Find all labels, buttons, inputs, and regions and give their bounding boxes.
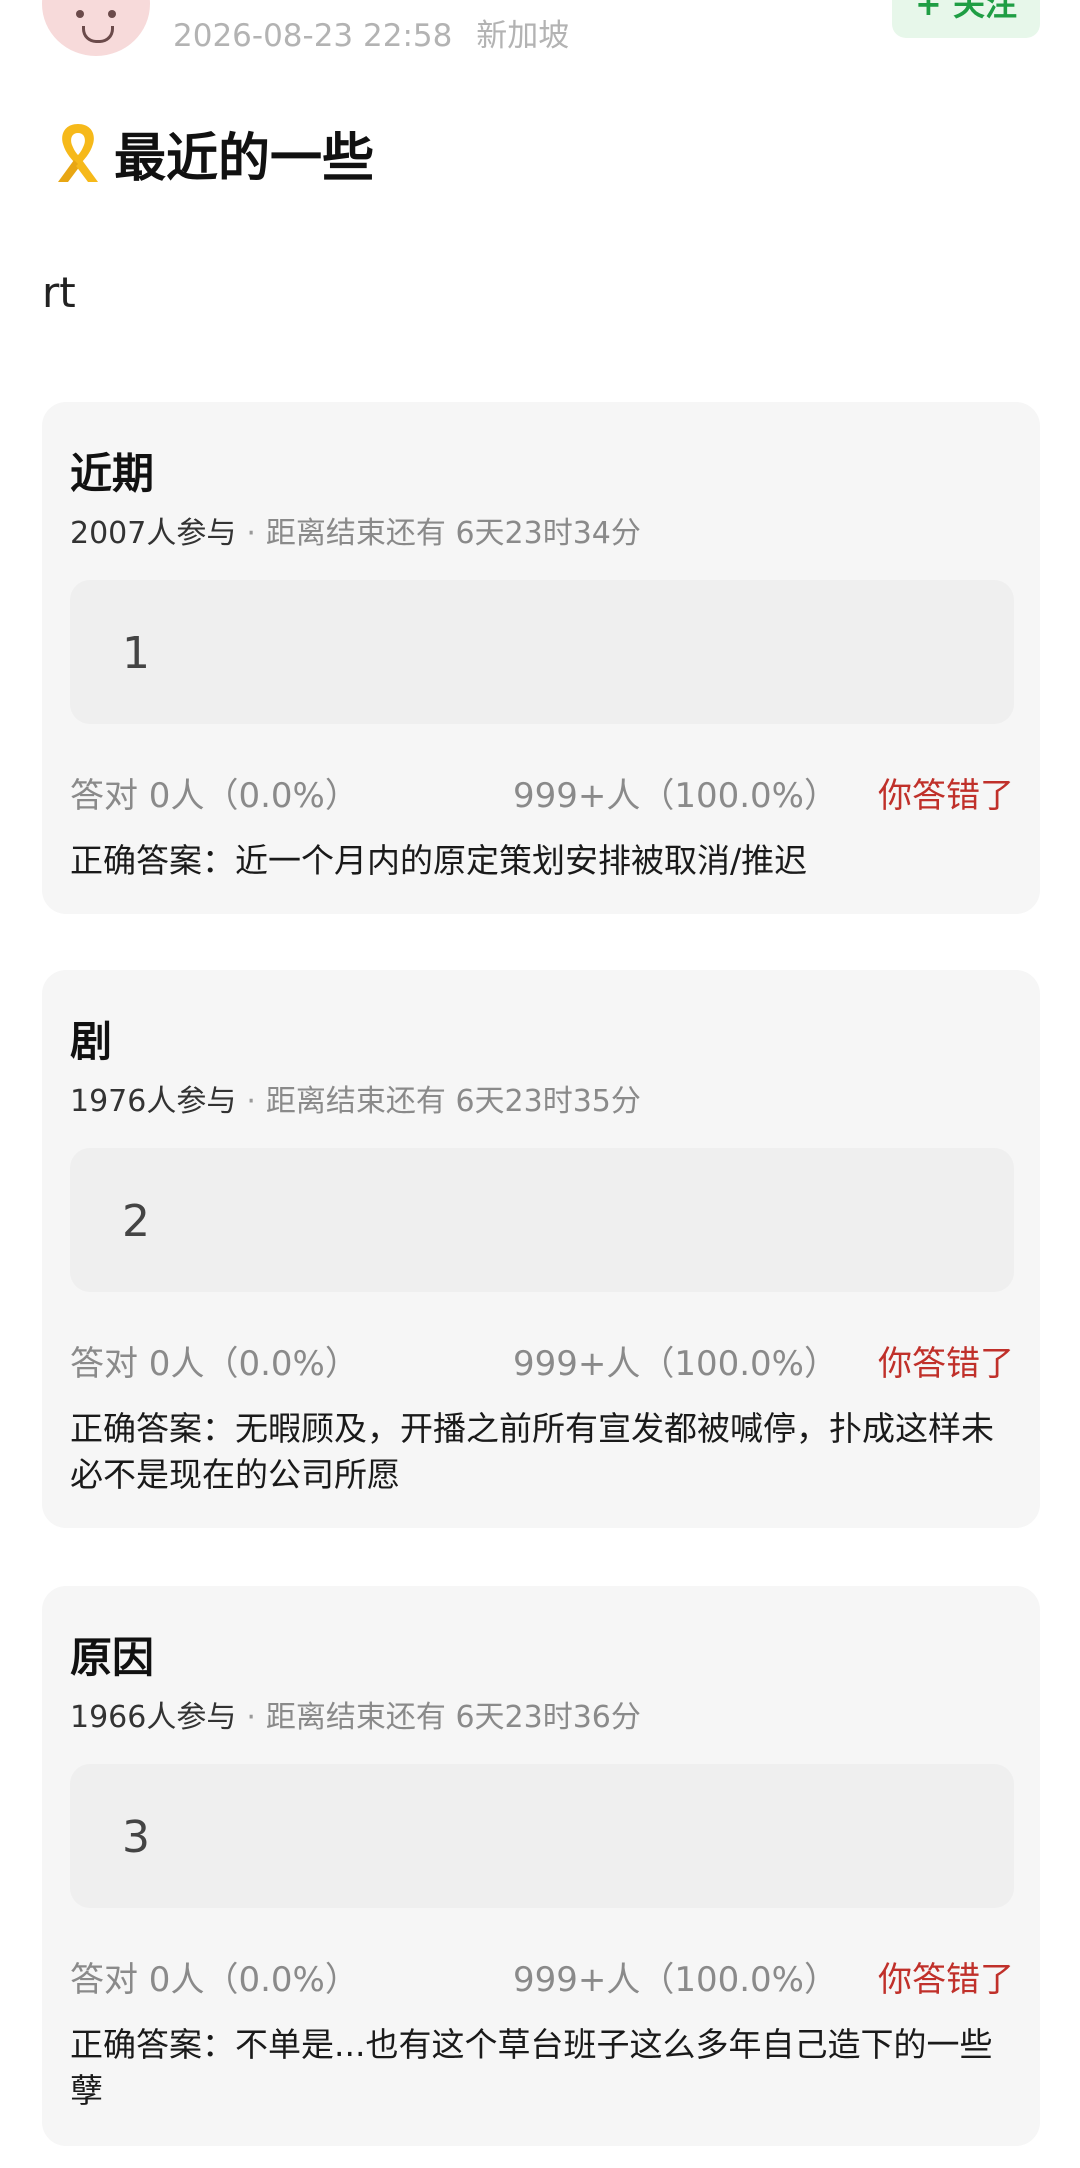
correct-answer: 正确答案：近一个月内的原定策划安排被取消/推迟: [70, 841, 808, 880]
quiz-participants: 2007人参与: [70, 516, 237, 551]
quiz-result: 你答错了: [878, 1960, 1014, 2000]
wrong-count: 999+人（100.0%）: [512, 776, 838, 816]
wrong-count: 999+人（100.0%）: [512, 1344, 838, 1384]
quiz-card: 剧 1976人参与 · 距离结束还有 6天23时35分 2 答对 0人（0.0%） …: [42, 970, 1040, 1528]
quiz-participants: 1966人参与: [70, 1700, 237, 1735]
quiz-timer: 距离结束还有 6天23时36分: [265, 1700, 641, 1735]
quiz-timer: 距离结束还有 6天23时34分: [265, 516, 641, 551]
quiz-option[interactable]: 3: [70, 1764, 1014, 1908]
quiz-stats: 答对 0人（0.0%） 999+人（100.0%） 你答错了: [70, 1952, 1014, 2000]
quiz-card: 近期 2007人参与 · 距离结束还有 6天23时34分 1 答对 0人（0.0%）…: [42, 402, 1040, 914]
quiz-option-label: 2: [122, 1196, 150, 1247]
post-header: 2026-08-23 22:58 新加坡 + 关注: [0, 0, 1080, 80]
quiz-result: 你答错了: [878, 776, 1014, 816]
post-timestamp: 2026-08-23 22:58: [173, 18, 453, 54]
quiz-option-label: 1: [122, 628, 150, 679]
quiz-result: 你答错了: [878, 1344, 1014, 1384]
separator-dot: ·: [246, 1700, 256, 1735]
quiz-option[interactable]: 2: [70, 1148, 1014, 1292]
post-body: rt: [42, 268, 76, 317]
avatar-eye: [108, 10, 116, 18]
quiz-option-label: 3: [122, 1812, 150, 1863]
quiz-card: 原因 1966人参与 · 距离结束还有 6天23时36分 3 答对 0人（0.0%）…: [42, 1586, 1040, 2146]
quiz-timer: 距离结束还有 6天23时35分: [265, 1084, 641, 1119]
separator-dot: ·: [246, 1084, 256, 1119]
quiz-participants: 1976人参与: [70, 1084, 237, 1119]
avatar-eye: [76, 10, 84, 18]
quiz-meta: 2007人参与 · 距离结束还有 6天23时34分: [70, 508, 641, 552]
quiz-stats: 答对 0人（0.0%） 999+人（100.0%） 你答错了: [70, 768, 1014, 816]
follow-button[interactable]: + 关注: [892, 0, 1040, 38]
quiz-title: 原因: [70, 1633, 155, 1682]
post-meta: 2026-08-23 22:58 新加坡: [173, 10, 569, 55]
correct-answer: 正确答案：不单是...也有这个草台班子这么多年自己造下的一些孽: [70, 2025, 993, 2110]
quiz-stats: 答对 0人（0.0%） 999+人（100.0%） 你答错了: [70, 1336, 1014, 1384]
correct-answer: 正确答案：无暇顾及，开播之前所有宣发都被喊停，扑成这样未必不是现在的公司所愿: [70, 1409, 994, 1494]
avatar[interactable]: [42, 0, 150, 56]
quiz-meta: 1976人参与 · 距离结束还有 6天23时35分: [70, 1076, 641, 1120]
separator-dot: ·: [246, 516, 256, 551]
correct-count: 答对 0人（0.0%）: [70, 1344, 359, 1384]
correct-count: 答对 0人（0.0%）: [70, 1960, 359, 2000]
correct-count: 答对 0人（0.0%）: [70, 776, 359, 816]
quiz-option[interactable]: 1: [70, 580, 1014, 724]
quiz-title: 近期: [70, 449, 155, 498]
quiz-title: 剧: [70, 1017, 113, 1066]
post-location: 新加坡: [476, 18, 570, 54]
yellow-ribbon-icon: [58, 124, 98, 182]
post-title: 最近的一些: [50, 116, 374, 190]
quiz-meta: 1966人参与 · 距离结束还有 6天23时36分: [70, 1692, 641, 1736]
avatar-mouth: [82, 26, 114, 43]
wrong-count: 999+人（100.0%）: [512, 1960, 838, 2000]
post-title-text: 最近的一些: [114, 128, 375, 189]
